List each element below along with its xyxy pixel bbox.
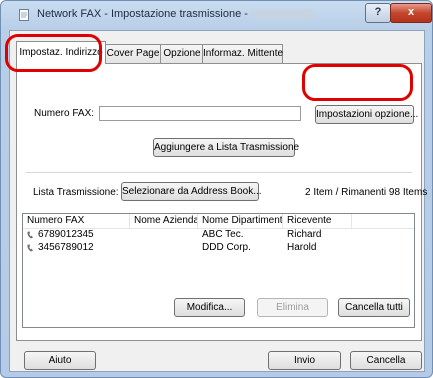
- row-department: ABC Tec.: [202, 229, 244, 240]
- section-divider: [26, 172, 412, 173]
- column-department[interactable]: Nome Dipartimento: [198, 214, 283, 228]
- row-recipient: Harold: [287, 242, 317, 253]
- cancel-button[interactable]: Cancella: [350, 351, 422, 370]
- dialog-window: Network FAX - Impostazione trasmissione …: [0, 0, 433, 378]
- fax-number-label: Numero FAX:: [34, 108, 95, 119]
- broadcast-list-label: Lista Trasmissione:: [33, 187, 119, 198]
- column-fax-number[interactable]: Numero FAX: [23, 214, 130, 228]
- clear-all-button[interactable]: Cancella tutti: [338, 298, 410, 317]
- option-settings-button[interactable]: Impostazioni opzione...: [315, 105, 418, 124]
- tab-address-settings[interactable]: Impostaz. Indirizzo: [16, 41, 106, 64]
- column-company-name[interactable]: Nome Azienda: [130, 214, 198, 228]
- row-fax-number: 3456789012: [38, 242, 94, 253]
- blurred-filename: [251, 9, 314, 19]
- column-empty: [352, 214, 414, 228]
- modify-button[interactable]: Modifica...: [174, 298, 245, 317]
- fax-number-input[interactable]: [99, 106, 301, 121]
- title-bar[interactable]: Network FAX - Impostazione trasmissione …: [1, 1, 432, 29]
- window-title: Network FAX - Impostazione trasmissione …: [37, 8, 314, 20]
- tab-sender-info[interactable]: Informaz. Mittente: [202, 44, 283, 63]
- help-button[interactable]: Aiuto: [24, 351, 96, 370]
- dialog-client-area: Impostaz. Indirizzo Cover Page Opzione I…: [9, 30, 428, 372]
- add-to-broadcast-button[interactable]: Aggiungere a Lista Trasmissione: [153, 138, 299, 157]
- document-icon: [19, 9, 29, 21]
- row-fax-number: 6789012345: [38, 229, 94, 240]
- tab-option[interactable]: Opzione: [160, 44, 204, 63]
- close-button[interactable]: x: [390, 3, 432, 23]
- phone-icon: [27, 244, 33, 252]
- item-count-text: 2 Item / Rimanenti 98 Items: [305, 187, 428, 198]
- tab-cover-page[interactable]: Cover Page: [104, 44, 162, 63]
- address-book-button[interactable]: Selezionare da Address Book...: [121, 182, 262, 201]
- help-title-button[interactable]: ?: [365, 3, 391, 23]
- phone-icon: [27, 231, 33, 239]
- list-header: Numero FAX Nome Azienda Nome Dipartiment…: [23, 214, 414, 229]
- list-item[interactable]: 3456789012 DDD Corp. Harold: [23, 242, 414, 254]
- row-recipient: Richard: [287, 229, 322, 240]
- delete-button[interactable]: Elimina: [257, 298, 328, 317]
- send-button[interactable]: Invio: [268, 351, 341, 370]
- list-item[interactable]: 6789012345 ABC Tec. Richard: [23, 229, 414, 241]
- column-recipient[interactable]: Ricevente: [283, 214, 352, 228]
- row-department: DDD Corp.: [202, 242, 251, 253]
